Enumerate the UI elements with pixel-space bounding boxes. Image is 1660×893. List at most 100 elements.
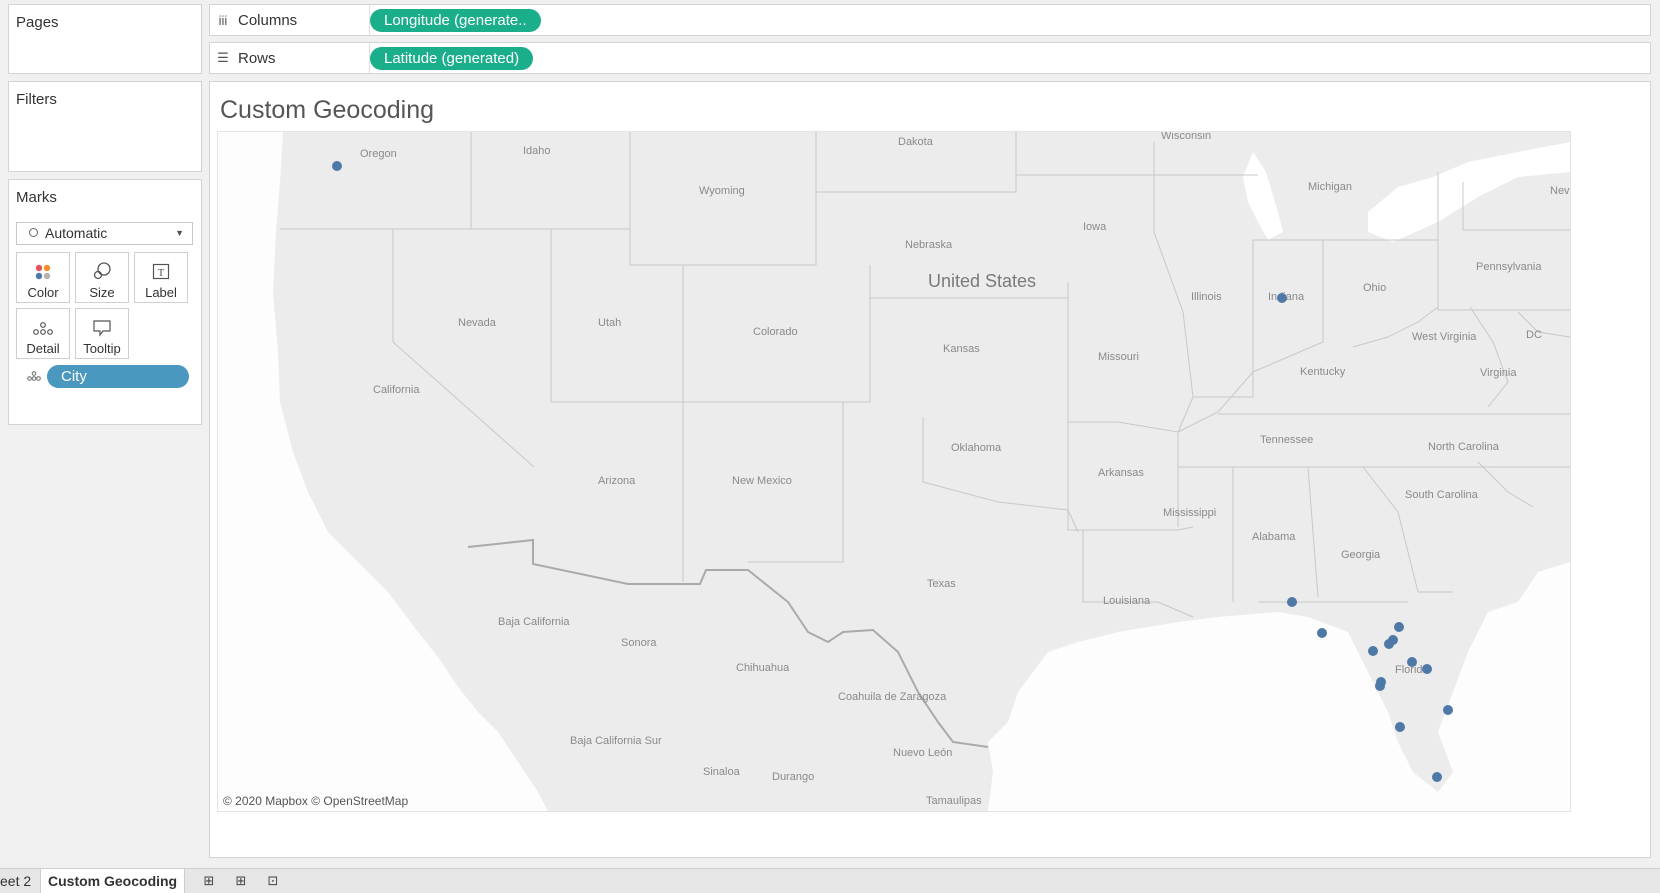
mark-type-dropdown[interactable]: Automatic ▼: [16, 222, 193, 245]
rows-shelf-label: ☰ Rows: [216, 43, 370, 73]
size-label: Size: [89, 285, 115, 300]
map-label: North Carolina: [1428, 441, 1500, 453]
map-label: Baja California: [498, 616, 570, 628]
city-point: [332, 161, 342, 171]
map-label: Coahuila de Zaragoza: [838, 691, 947, 703]
map-label: Colorado: [753, 326, 798, 338]
view-panel: Custom Geocoding Oregon Idaho Wyoming Da…: [209, 81, 1651, 858]
filters-title: Filters: [16, 91, 57, 108]
map-label: Virginia: [1480, 367, 1517, 379]
map-label: Dakota: [898, 136, 934, 148]
city-point: [1277, 293, 1287, 303]
country-label: United States: [928, 271, 1036, 291]
marks-title: Marks: [16, 189, 57, 206]
map-label: Tennessee: [1260, 434, 1313, 446]
map-copyright[interactable]: © 2020 Mapbox © OpenStreetMap: [223, 794, 408, 808]
filters-card[interactable]: Filters: [8, 81, 202, 172]
mark-type-value: Automatic: [45, 225, 108, 241]
detail-button[interactable]: Detail: [16, 308, 70, 359]
city-point: [1422, 664, 1432, 674]
new-dashboard-icon[interactable]: ⊞: [232, 872, 250, 890]
view-title: Custom Geocoding: [220, 96, 435, 124]
map-label: Oregon: [360, 148, 397, 160]
map-label: Durango: [772, 771, 814, 783]
map-label: Iowa: [1083, 221, 1107, 233]
map-label: Missouri: [1098, 351, 1139, 363]
label-button[interactable]: T Label: [134, 252, 188, 303]
city-point: [1375, 681, 1385, 691]
map-label: Michigan: [1308, 181, 1352, 193]
color-button[interactable]: Color: [16, 252, 70, 303]
map-label: Wyoming: [699, 185, 745, 197]
map-label: Kentucky: [1300, 366, 1346, 378]
latitude-pill[interactable]: Latitude (generated): [370, 47, 534, 70]
city-field-pill[interactable]: City: [47, 365, 189, 388]
color-icon: [35, 264, 51, 280]
map-label: Pennsylvania: [1476, 261, 1542, 273]
chevron-down-icon: ▼: [175, 228, 184, 238]
map-label: Idaho: [523, 145, 551, 157]
map-label: DC: [1526, 329, 1542, 341]
map-label: Nebraska: [905, 239, 953, 251]
columns-label: Columns: [238, 11, 298, 29]
columns-shelf-label: iii Columns: [216, 5, 370, 35]
size-button[interactable]: Size: [75, 252, 129, 303]
map-label: Nuevo León: [893, 747, 952, 759]
map-label: Arkansas: [1098, 467, 1144, 479]
map-label: Tamaulipas: [926, 795, 982, 807]
tooltip-button[interactable]: Tooltip: [75, 308, 129, 359]
map-label: Texas: [927, 578, 956, 590]
city-point: [1287, 597, 1297, 607]
city-point: [1395, 722, 1405, 732]
color-label: Color: [27, 285, 59, 300]
svg-text:T: T: [158, 267, 165, 279]
map-label: Sinaloa: [703, 766, 741, 778]
city-point: [1394, 622, 1404, 632]
city-point: [1443, 705, 1453, 715]
detail-encoding-icon: [27, 371, 41, 381]
city-point: [1384, 639, 1394, 649]
tooltip-icon: [93, 320, 111, 337]
tab-custom-geocoding[interactable]: Custom Geocoding: [40, 869, 186, 893]
map-label: Wisconsin: [1161, 132, 1211, 142]
map-label: South Carolina: [1405, 489, 1479, 501]
new-worksheet-icon[interactable]: ⊞: [200, 872, 218, 890]
rows-shelf[interactable]: ☰ Rows Latitude (generated): [209, 42, 1651, 74]
map-label: Mississippi: [1163, 507, 1216, 519]
tab-sheet-2[interactable]: eet 2: [0, 869, 38, 893]
columns-icon: iii: [218, 12, 228, 28]
tooltip-label: Tooltip: [83, 341, 121, 356]
pages-card[interactable]: Pages: [8, 4, 202, 74]
map-label: Utah: [598, 317, 621, 329]
label-label: Label: [145, 285, 177, 300]
map-label: Chihuahua: [736, 662, 790, 674]
detail-label: Detail: [26, 341, 60, 356]
rows-label: Rows: [238, 49, 276, 67]
map-label: Alabama: [1252, 531, 1296, 543]
city-point: [1368, 646, 1378, 656]
city-point: [1407, 657, 1417, 667]
map-label: Arizona: [598, 475, 636, 487]
map-canvas: Oregon Idaho Wyoming Dakota Wisconsin Mi…: [273, 132, 1570, 811]
map-label: California: [373, 384, 420, 396]
map-label: Nev: [1550, 185, 1570, 197]
map-label: Nevada: [458, 317, 497, 329]
marks-card: Marks Automatic ▼ Color Size T Label Det…: [8, 179, 202, 425]
map[interactable]: Oregon Idaho Wyoming Dakota Wisconsin Mi…: [217, 131, 1571, 812]
size-icon: [93, 262, 111, 280]
new-story-icon[interactable]: ⊡: [264, 872, 282, 890]
city-point: [1432, 772, 1442, 782]
detail-icon: [33, 322, 53, 335]
rows-icon: ☰: [217, 50, 229, 65]
label-icon: T: [152, 263, 170, 280]
longitude-pill[interactable]: Longitude (generate..: [370, 9, 541, 32]
pages-title: Pages: [16, 14, 59, 31]
columns-shelf[interactable]: iii Columns Longitude (generate..: [209, 4, 1651, 36]
map-label: Ohio: [1363, 282, 1386, 294]
map-label: Louisiana: [1103, 595, 1151, 607]
map-label: Sonora: [621, 637, 657, 649]
circle-mark-icon: [29, 228, 38, 237]
map-label: Kansas: [943, 343, 980, 355]
map-label: Georgia: [1341, 549, 1381, 561]
map-label: Oklahoma: [951, 442, 1002, 454]
